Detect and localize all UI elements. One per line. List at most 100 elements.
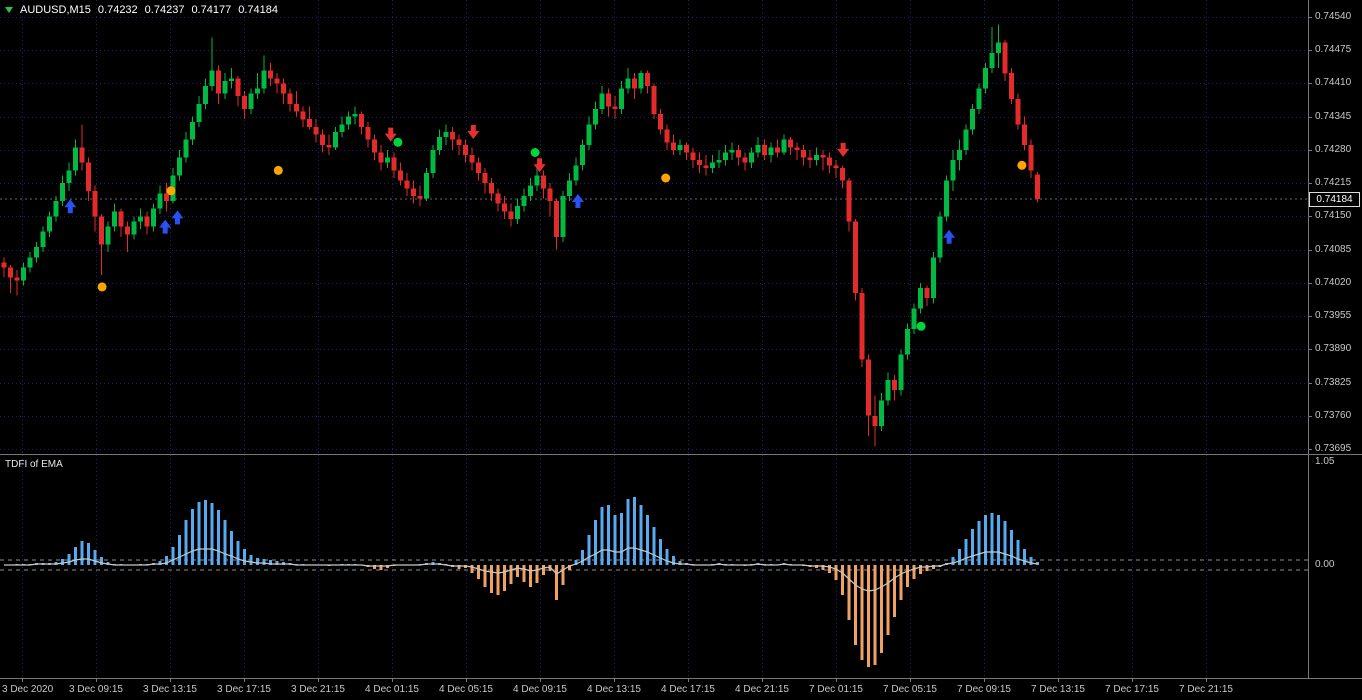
- candle-body: [710, 162, 715, 168]
- candle-body: [14, 277, 20, 281]
- candle-body: [781, 139, 787, 153]
- candle-body: [879, 400, 884, 426]
- candle-body: [872, 415, 878, 426]
- buy-arrow-icon: [64, 199, 77, 214]
- histogram-bar: [490, 565, 493, 593]
- buy-arrow-icon: [571, 194, 584, 208]
- candle-body: [92, 190, 98, 217]
- buy-arrow-icon: [159, 219, 172, 234]
- signal-dot-orange-icon: [661, 173, 671, 183]
- candle-body: [99, 216, 104, 245]
- histogram-bar: [178, 535, 181, 565]
- pane-separator[interactable]: [0, 454, 1362, 455]
- candle-body: [963, 129, 969, 150]
- time-scale-label: 4 Dec 09:15: [513, 684, 567, 695]
- price-scale-label: 0.73890: [1315, 343, 1352, 354]
- candle-body: [664, 129, 670, 143]
- candle-body: [339, 124, 345, 133]
- candle-body: [79, 147, 85, 163]
- candle-body: [242, 96, 247, 109]
- candle-body: [827, 157, 832, 166]
- time-scale-tick: [22, 679, 23, 682]
- candle-body: [833, 165, 839, 168]
- histogram-bar: [1016, 540, 1020, 565]
- price-scale-tick: [1309, 150, 1312, 151]
- candle-body: [931, 257, 936, 299]
- price-scale-label: 0.74150: [1315, 210, 1352, 221]
- tdfi-indicator-chart[interactable]: [0, 455, 1308, 678]
- candle-body: [619, 88, 624, 109]
- histogram-bar: [951, 557, 955, 565]
- candle-body: [638, 73, 644, 89]
- candle-body: [593, 109, 598, 125]
- histogram-bar: [971, 529, 974, 565]
- candle-body: [352, 114, 358, 117]
- price-scale-tick: [1309, 316, 1312, 317]
- time-scale[interactable]: 3 Dec 2020 3 Dec 09:15 3 Dec 13:15 3 Dec 17…: [0, 679, 1362, 700]
- candle-body: [898, 354, 904, 391]
- histogram-bar: [1023, 549, 1026, 565]
- candle-body: [307, 119, 312, 127]
- candle-body: [606, 93, 611, 107]
- candle-body: [346, 116, 351, 125]
- indicator-label: TDFI of EMA: [5, 459, 63, 470]
- signal-dot-green-icon: [916, 321, 926, 331]
- histogram-bar: [906, 565, 909, 587]
- time-scale-label: 4 Dec 21:15: [735, 684, 789, 695]
- histogram-bar: [652, 527, 656, 565]
- candle-body: [560, 195, 566, 237]
- candle-body: [794, 147, 800, 150]
- bar-open: 0.74232: [97, 4, 138, 16]
- histogram-bar: [665, 549, 669, 565]
- price-scale-tick: [1309, 416, 1312, 417]
- candle-body: [515, 206, 520, 219]
- candle-body: [755, 144, 761, 153]
- time-scale-tick: [244, 679, 245, 682]
- candle-body: [294, 103, 299, 112]
- sell-arrow-icon: [533, 158, 546, 173]
- price-scale-label: 0.74215: [1315, 177, 1352, 188]
- candle-body: [437, 137, 442, 150]
- time-scale-tick: [466, 679, 467, 682]
- time-scale-label: 4 Dec 13:15: [587, 684, 641, 695]
- histogram-bar: [516, 565, 519, 577]
- candle-body: [502, 203, 507, 212]
- price-chart[interactable]: [0, 0, 1308, 454]
- candle-body: [398, 170, 403, 181]
- candle-body: [112, 211, 117, 227]
- candle-body: [885, 380, 891, 401]
- candle-body: [671, 142, 676, 150]
- histogram-bar: [919, 565, 922, 574]
- candle-body: [248, 93, 254, 109]
- candle-body: [151, 208, 156, 227]
- candle-body: [820, 155, 826, 158]
- time-scale-label: 7 Dec 21:15: [1179, 684, 1233, 695]
- candle-body: [300, 111, 306, 120]
- histogram-bar: [646, 515, 649, 565]
- candle-body: [157, 193, 163, 209]
- candle-body: [983, 68, 988, 89]
- candle-body: [378, 152, 384, 163]
- candle-body: [203, 86, 208, 104]
- price-scale-tick: [1309, 349, 1312, 350]
- time-scale-label: 3 Dec 13:15: [143, 684, 197, 695]
- candle-body: [164, 193, 169, 202]
- candle-body: [586, 124, 592, 145]
- buy-arrow-icon: [171, 210, 184, 225]
- price-scale[interactable]: 0.74540 0.74475 0.74410 0.74345 0.74280 0.742…: [1309, 0, 1362, 678]
- histogram-bar: [594, 520, 597, 565]
- candle-body: [482, 172, 488, 184]
- candle-body: [521, 195, 527, 207]
- time-scale-label: 7 Dec 09:15: [957, 684, 1011, 695]
- candle-body: [762, 144, 767, 155]
- histogram-bar: [184, 520, 188, 565]
- candle-body: [651, 86, 657, 115]
- candle-body: [229, 78, 234, 81]
- histogram-bar: [210, 503, 214, 565]
- mt4-chart-window: AUDUSD,M15 0.74232 0.74237 0.74177 0.74184 T…: [0, 0, 1362, 700]
- candle-body: [905, 328, 910, 355]
- candle-body: [183, 139, 189, 158]
- candle-body: [1009, 73, 1014, 99]
- candle-body: [86, 162, 91, 191]
- price-scale-label: 0.73760: [1315, 410, 1352, 421]
